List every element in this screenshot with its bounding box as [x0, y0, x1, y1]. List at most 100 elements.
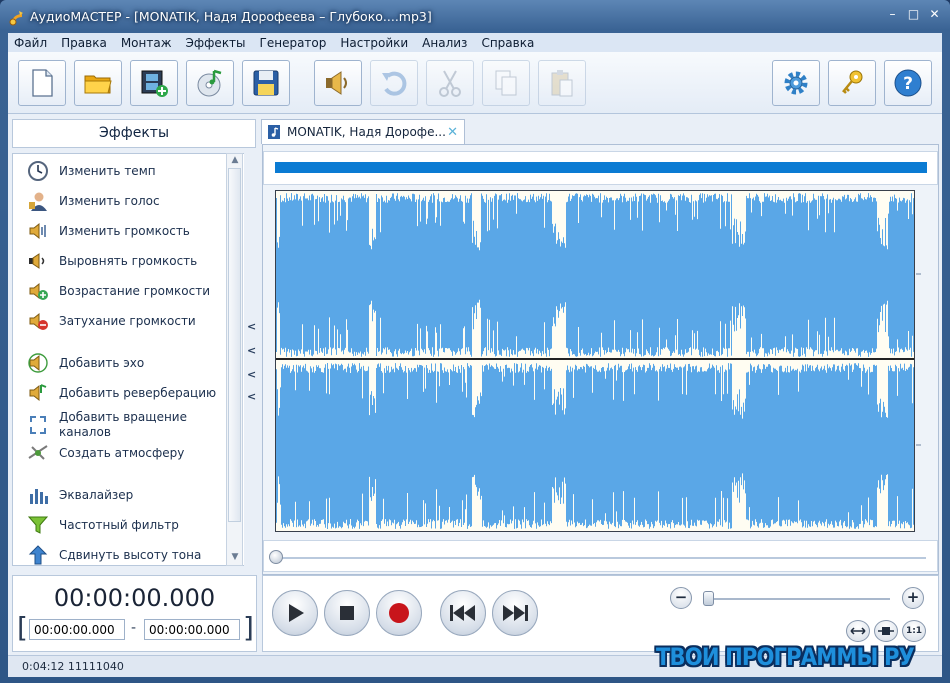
chevron-left-icon: < — [247, 390, 257, 403]
zoom-out-button[interactable]: − — [670, 587, 692, 609]
effect-tempo[interactable]: Изменить темп — [27, 160, 156, 182]
menu-file[interactable]: Файл — [14, 36, 47, 50]
main-area: Эффекты Изменить темп Изменить голос Изм… — [8, 114, 942, 655]
effects-scrollbar[interactable]: ▲ ▼ — [226, 153, 243, 566]
open-folder-button[interactable] — [74, 60, 122, 106]
status-text: 0:04:12 11111040 — [22, 660, 124, 673]
effect-reverb[interactable]: Добавить реверберацию — [27, 382, 216, 404]
cd-grab-button[interactable] — [186, 60, 234, 106]
pitch-icon — [28, 545, 48, 565]
skip-forward-icon — [503, 605, 528, 621]
watermark-text: ТВОИ ПРОГРАММЫ РУ — [656, 643, 915, 671]
undo-button[interactable] — [370, 60, 418, 106]
menu-montage[interactable]: Монтаж — [121, 36, 172, 50]
zoom-track[interactable] — [708, 598, 890, 600]
new-file-icon — [32, 69, 53, 97]
menu-generator[interactable]: Генератор — [260, 36, 327, 50]
app-window: АудиоМАСТЕР - [MONATIK, Надя Дорофеева –… — [0, 0, 950, 683]
copy-button[interactable] — [482, 60, 530, 106]
menu-analysis[interactable]: Анализ — [422, 36, 467, 50]
transport-panel: − + 1:1 — [262, 575, 939, 652]
paste-button[interactable] — [538, 60, 586, 106]
tab-file[interactable]: MONATIK, Надя Дорофе... ✕ — [261, 119, 465, 144]
menu-effects[interactable]: Эффекты — [186, 36, 246, 50]
settings-button[interactable] — [772, 60, 820, 106]
time-panel: 00:00:00.000 [ - ] — [12, 575, 257, 652]
zoom-selection-icon — [878, 627, 894, 635]
waveform — [276, 193, 914, 529]
effect-rotate[interactable]: Добавить вращение каналов — [27, 410, 199, 440]
effect-fade-in[interactable]: Возрастание громкости — [27, 280, 210, 302]
chevron-left-icon: < — [247, 320, 257, 333]
zoom-fit-width-button[interactable] — [846, 620, 870, 642]
menu-settings[interactable]: Настройки — [340, 36, 408, 50]
zoom-slider-knob[interactable] — [703, 591, 714, 606]
paste-icon — [551, 70, 573, 97]
waveform-channel — [276, 193, 914, 357]
new-file-button[interactable] — [18, 60, 66, 106]
zoom-reset-button[interactable]: 1:1 — [902, 620, 926, 642]
gear-icon — [784, 71, 808, 95]
effect-atmosphere[interactable]: Создать атмосферу — [27, 442, 184, 464]
scroll-up-icon[interactable]: ▲ — [230, 155, 240, 165]
cut-button[interactable] — [426, 60, 474, 106]
speaker-icon — [326, 71, 347, 95]
stop-button[interactable] — [324, 590, 370, 636]
tab-close-icon[interactable]: ✕ — [447, 125, 458, 140]
volume-icon — [29, 222, 46, 240]
effect-fade-out[interactable]: Затухание громкости — [27, 310, 196, 332]
effect-voice[interactable]: Изменить голос — [27, 190, 160, 212]
play-button[interactable] — [272, 590, 318, 636]
channel-divider — [276, 358, 914, 360]
scroll-thumb[interactable] — [228, 168, 241, 522]
waveform-channel — [276, 363, 914, 529]
track-overview[interactable] — [263, 151, 938, 185]
toolbar: ? — [8, 52, 942, 114]
waveform-view[interactable] — [275, 190, 915, 532]
forward-button[interactable] — [492, 590, 538, 636]
activation-button[interactable] — [828, 60, 876, 106]
keys-icon — [842, 70, 863, 94]
level-ruler — [916, 273, 921, 446]
save-button[interactable] — [242, 60, 290, 106]
editor-area — [262, 144, 939, 575]
panel-collapse-strip[interactable]: < < < < — [244, 314, 258, 414]
zoom-selection-button[interactable] — [874, 620, 898, 642]
rotate-icon — [30, 416, 46, 434]
timeline-knob[interactable] — [269, 550, 283, 564]
chevron-left-icon: < — [247, 344, 257, 357]
record-icon — [389, 603, 409, 623]
range-separator: - — [131, 620, 137, 636]
timeline-scrollbar[interactable] — [263, 540, 938, 572]
effect-volume[interactable]: Изменить громкость — [27, 220, 190, 242]
effect-equalizer[interactable]: Эквалайзер — [27, 484, 133, 506]
help-icon: ? — [894, 69, 922, 97]
arrows-horizontal-icon — [850, 627, 866, 635]
current-time: 00:00:00.000 — [53, 584, 216, 612]
maximize-button[interactable]: □ — [904, 6, 923, 23]
play-icon — [289, 604, 304, 622]
menu-help[interactable]: Справка — [481, 36, 534, 50]
close-button[interactable]: ✕ — [925, 6, 944, 23]
effect-normalize[interactable]: Выровнять громкость — [27, 250, 197, 272]
normalize-icon — [29, 253, 45, 269]
menu-edit[interactable]: Правка — [61, 36, 107, 50]
bracket-left: [ — [17, 611, 28, 644]
record-voice-button[interactable] — [314, 60, 362, 106]
fade-in-icon — [29, 282, 48, 300]
zoom-in-button[interactable]: + — [902, 587, 924, 609]
effect-filter[interactable]: Частотный фильтр — [27, 514, 179, 536]
minimize-button[interactable]: – — [883, 6, 902, 23]
window-title: АудиоМАСТЕР - [MONATIK, Надя Дорофеева –… — [30, 9, 432, 24]
record-button[interactable] — [376, 590, 422, 636]
open-video-button[interactable] — [130, 60, 178, 106]
selection-end-field[interactable] — [144, 619, 240, 640]
help-button[interactable]: ? — [884, 60, 932, 106]
effect-pitch[interactable]: Сдвинуть высоту тона — [27, 544, 201, 566]
selection-start-field[interactable] — [29, 619, 125, 640]
rewind-button[interactable] — [440, 590, 486, 636]
scroll-down-icon[interactable]: ▼ — [230, 552, 240, 562]
person-icon — [29, 192, 47, 211]
effect-echo[interactable]: Добавить эхо — [27, 352, 144, 374]
equalizer-icon — [30, 489, 48, 504]
